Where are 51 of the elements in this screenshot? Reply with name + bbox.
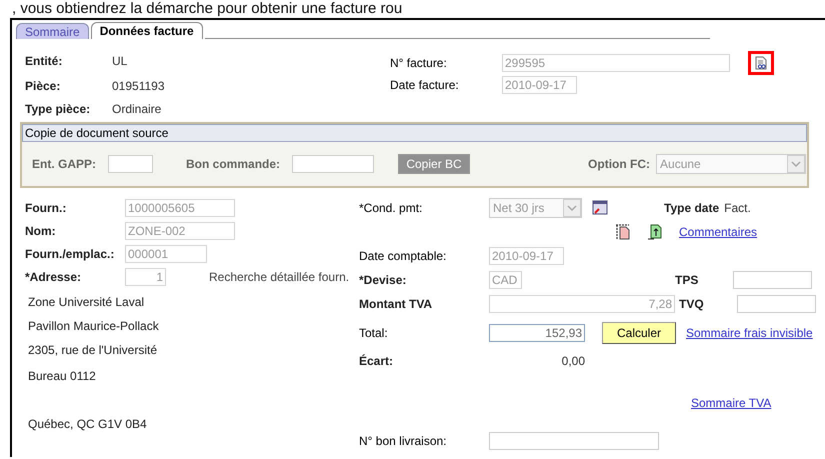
- address-line: Bureau 0112: [28, 369, 96, 383]
- field-label: Entité:: [25, 54, 64, 68]
- calendar-icon[interactable]: [592, 200, 608, 216]
- field-label: Fourn.:: [25, 200, 68, 214]
- field-label: Total:: [359, 326, 389, 340]
- field-label: Montant TVA: [359, 297, 434, 311]
- field-label: TVQ: [679, 297, 705, 311]
- field-label: N° facture:: [390, 56, 448, 70]
- address-line: Pavillon Maurice-Pollack: [28, 319, 159, 333]
- field-label: Bon commande:: [186, 157, 280, 171]
- field-value: Fact.: [724, 201, 751, 215]
- field-label: Option FC:: [588, 157, 650, 171]
- field-label: *Devise:: [359, 273, 408, 287]
- field-value: Ordinaire: [112, 102, 162, 116]
- detailed-search-text: Recherche détaillée fourn.: [209, 270, 350, 284]
- text-field[interactable]: [108, 155, 154, 173]
- upload-icon[interactable]: [647, 224, 663, 240]
- field-label: Date facture:: [390, 78, 460, 92]
- field-label: *Adresse:: [25, 270, 82, 284]
- text-field[interactable]: [292, 155, 374, 173]
- field-label: TPS: [675, 273, 700, 287]
- field-label: Écart:: [359, 354, 394, 368]
- document-icon[interactable]: [615, 224, 631, 240]
- address-line: Zone Université Laval: [28, 295, 144, 309]
- field-label: Pièce:: [25, 78, 62, 92]
- address-line: Québec, QC G1V 0B4: [28, 417, 147, 431]
- vat-summary-link[interactable]: Sommaire TVA: [691, 396, 772, 410]
- caption-text: , vous obtiendrez la démarche pour obtenir une facture rou: [11, 0, 404, 18]
- field-value: UL: [112, 54, 128, 68]
- tab[interactable]: Données facture: [90, 22, 203, 39]
- address-line: 2305, rue de l'Université: [28, 343, 158, 357]
- field-value: 0,00: [560, 354, 585, 368]
- text-field[interactable]: [489, 432, 659, 450]
- field-label: Type pièce:: [25, 102, 92, 116]
- document-icon[interactable]: [748, 51, 774, 75]
- field-label: Fourn./emplac.:: [25, 246, 116, 260]
- comments-link[interactable]: Commentaires: [679, 225, 758, 239]
- text-field[interactable]: [733, 271, 812, 289]
- tab[interactable]: Sommaire: [16, 23, 89, 39]
- field-label: Ent. GAPP:: [32, 157, 96, 171]
- hidden-fees-link[interactable]: Sommaire frais invisible: [686, 326, 813, 340]
- field-label: Type date: [664, 201, 720, 215]
- field-label: Nom:: [25, 224, 57, 238]
- field-label: Date comptable:: [359, 249, 448, 263]
- calculate-button[interactable]: Calculer: [602, 322, 676, 344]
- field-label: *Cond. pmt:: [359, 201, 424, 215]
- panel-title: Copie de document source: [22, 124, 807, 142]
- field-label: N° bon livraison:: [359, 434, 448, 448]
- text-field[interactable]: [737, 295, 816, 313]
- text-field[interactable]: 152,93: [489, 324, 585, 342]
- field-value: 01951193: [112, 78, 164, 92]
